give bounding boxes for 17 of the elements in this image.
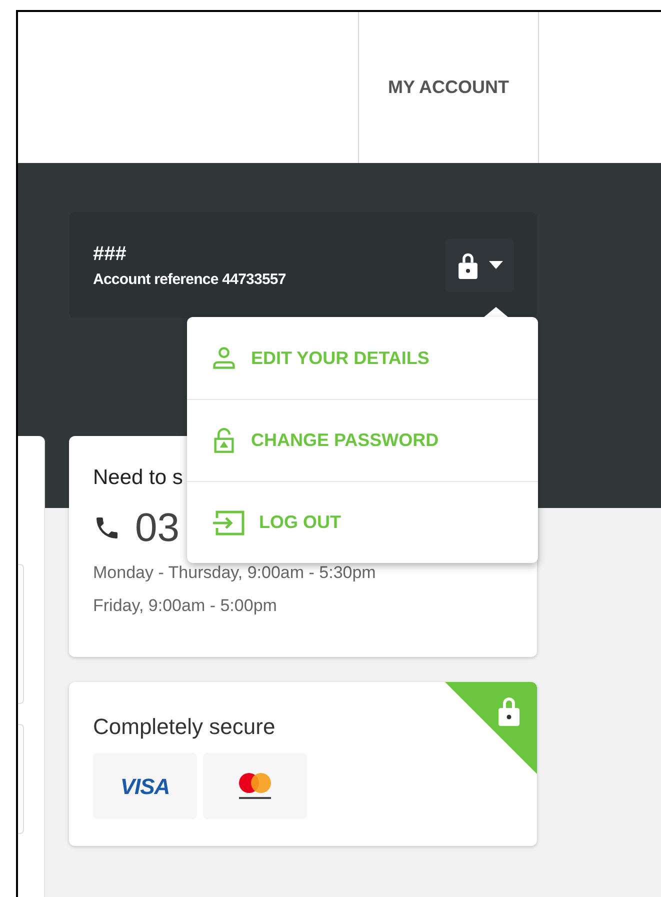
menu-item[interactable]: LOG OUT bbox=[187, 481, 538, 563]
account-menu-button[interactable] bbox=[445, 238, 514, 292]
support-title: Need to s bbox=[93, 465, 184, 491]
exit-icon bbox=[211, 508, 245, 536]
opening-hours: Friday, 9:00am - 5:00pm bbox=[93, 595, 278, 617]
visa-logo: VISA bbox=[120, 772, 170, 800]
menu-item[interactable]: CHANGE PASSWORD bbox=[187, 399, 538, 481]
padlock-icon bbox=[497, 696, 521, 726]
opening-hours: Monday - Thursday, 9:00am - 5:30pm bbox=[93, 562, 377, 584]
person-icon bbox=[211, 345, 237, 371]
account-reference: Account reference 44733557 bbox=[93, 270, 286, 290]
lock-icon bbox=[456, 252, 478, 278]
caret-icon bbox=[488, 261, 502, 269]
secure-title: Completely secure bbox=[93, 713, 276, 741]
account-name: ### bbox=[93, 242, 128, 267]
phone-number: 03 bbox=[135, 508, 180, 548]
menu-item[interactable]: EDIT YOUR DETAILS bbox=[187, 317, 538, 399]
